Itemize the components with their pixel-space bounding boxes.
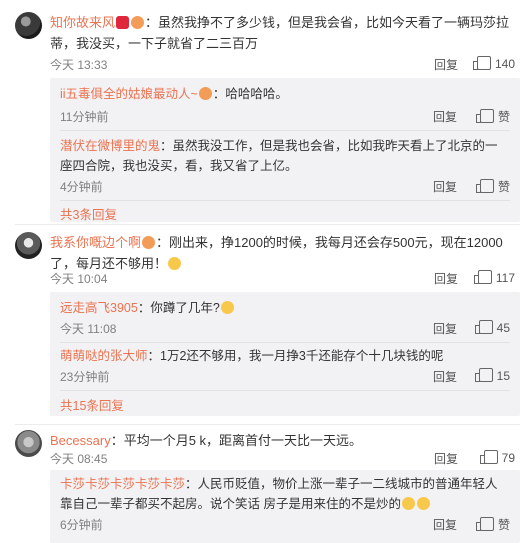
crown-emoji-icon [142,236,156,249]
reply-body: ：你蹲了几年? [137,301,220,315]
divider [60,200,510,201]
divider [15,424,520,425]
reply-button[interactable]: 回复 [433,178,457,195]
like-count: 117 [495,271,515,285]
smile-emoji-icon [168,257,182,270]
comment-text: Becessary：平均一个月5 k，距离首付一天比一天远。 [50,430,520,451]
divider [15,224,520,225]
reply-button[interactable]: 回复 [434,450,458,467]
sub-reply: 远走高飞3905：你蹲了几年? [60,298,510,318]
reply-button[interactable]: 回复 [434,56,458,73]
comment-time: 今天 13:33 [50,58,108,72]
reply-button[interactable]: 回复 [434,270,458,287]
reply-username[interactable]: 萌萌哒的张大师 [60,349,148,363]
like-button[interactable]: 15 [474,368,510,383]
thumbs-up-icon [475,517,494,531]
comment-text: 我系你嘅边个啊 ：刚出来，挣1200的时候，我每月还会存500元，现在12000了… [50,232,520,274]
reply-username[interactable]: 潜伏在微博里的鬼 [60,139,160,153]
reply-time: 6分钟前 [60,518,103,532]
reply-button[interactable]: 回复 [433,368,457,385]
like-count: 79 [501,451,515,465]
like-button[interactable]: 117 [473,270,515,285]
avatar[interactable] [15,232,42,259]
laugh-emoji-icon [416,497,430,510]
thumbs-up-icon [479,450,498,464]
like-button[interactable]: 140 [472,56,515,71]
reply-time: 23分钟前 [60,370,110,384]
wink-emoji-icon [220,301,234,314]
reply-button[interactable]: 回复 [433,320,457,337]
thumbs-up-icon [475,109,494,123]
reply-button[interactable]: 回复 [433,516,457,533]
comment-username[interactable]: 知你故来风 [50,15,115,30]
sub-reply: 萌萌哒的张大师：1万2还不够用，我一月挣3千还能存个十几块钱的呢 [60,346,510,366]
like-button[interactable]: 赞 [475,516,510,533]
reply-time: 4分钟前 [60,180,103,194]
avatar[interactable] [15,12,42,39]
reply-username[interactable]: ii五毒俱全的姑娘最动人~ [60,87,198,101]
like-button[interactable]: 79 [479,450,515,465]
like-button[interactable]: 赞 [475,178,510,195]
reply-box: 远走高飞3905：你蹲了几年? 今天 11:08 回复 45 萌萌哒的张大师：1… [50,292,520,416]
reply-username[interactable]: 远走高飞3905 [60,301,138,315]
comment-time: 今天 08:45 [50,452,108,466]
crown-emoji-icon [198,87,212,100]
reply-box: ii五毒俱全的姑娘最动人~ ：哈哈哈哈。 11分钟前 回复 赞 潜伏在微博里的鬼：… [50,78,520,222]
reply-username[interactable]: 卡莎卡莎卡莎卡莎卡莎 [60,477,185,491]
thumbs-up-icon [475,179,494,193]
comment-time: 今天 10:04 [50,272,108,286]
reply-meta: 23分钟前 回复 15 [60,368,510,386]
comment-meta: 今天 08:45 回复 79 [50,450,520,468]
comment-meta: 今天 10:04 回复 117 [50,270,520,288]
sub-reply: ii五毒俱全的姑娘最动人~ ：哈哈哈哈。 [60,84,510,104]
reply-meta: 今天 11:08 回复 45 [60,320,510,338]
reply-time: 11分钟前 [60,110,109,124]
comment-text: 知你故来风 ：虽然我挣不了多少钱，但是我会省，比如今天看了一辆玛莎拉蒂，我没买，一… [50,12,520,54]
thumbs-up-icon [473,270,492,284]
vip-badge-icon [116,16,130,29]
reply-meta: 6分钟前 回复 赞 [60,516,510,534]
comment-feed: 知你故来风 ：虽然我挣不了多少钱，但是我会省，比如今天看了一辆玛莎拉蒂，我没买，一… [0,0,530,543]
reply-box: 卡莎卡莎卡莎卡莎卡莎：人民币贬值，物价上涨一辈子一二线城市的普通年轻人靠自己一辈… [50,470,520,543]
sub-reply: 潜伏在微博里的鬼：虽然我没工作，但是我也会省，比如我昨天看上了北京的一座四合院，… [60,136,510,176]
comment-username[interactable]: 我系你嘅边个啊 [50,235,141,250]
sub-reply: 卡莎卡莎卡莎卡莎卡莎：人民币贬值，物价上涨一辈子一二线城市的普通年轻人靠自己一辈… [60,474,510,514]
more-replies-link[interactable]: 共15条回复 [60,395,124,414]
reply-body: ：1万2还不够用，我一月挣3千还能存个十几块钱的呢 [147,349,444,363]
comment-meta: 今天 13:33 回复 140 [50,56,520,74]
laugh-emoji-icon [401,497,415,510]
reply-meta: 4分钟前 回复 赞 [60,178,510,196]
comment-username[interactable]: Becessary [50,433,111,448]
avatar[interactable] [15,430,42,457]
divider [60,342,510,343]
reply-button[interactable]: 回复 [433,108,457,125]
more-replies-link[interactable]: 共3条回复 [60,204,117,223]
crown-emoji-icon [131,16,145,29]
divider [60,390,510,391]
reply-body: ：哈哈哈哈。 [212,87,288,101]
like-button[interactable]: 赞 [475,108,510,125]
thumbs-up-icon [474,320,493,334]
thumbs-up-icon [472,56,491,70]
reply-time: 今天 11:08 [60,322,117,336]
comment-body: ：平均一个月5 k，距离首付一天比一天远。 [110,433,363,448]
thumbs-up-icon [474,368,493,382]
divider [60,130,510,131]
like-count: 140 [494,57,515,71]
like-button[interactable]: 45 [474,320,510,335]
reply-meta: 11分钟前 回复 赞 [60,108,510,126]
